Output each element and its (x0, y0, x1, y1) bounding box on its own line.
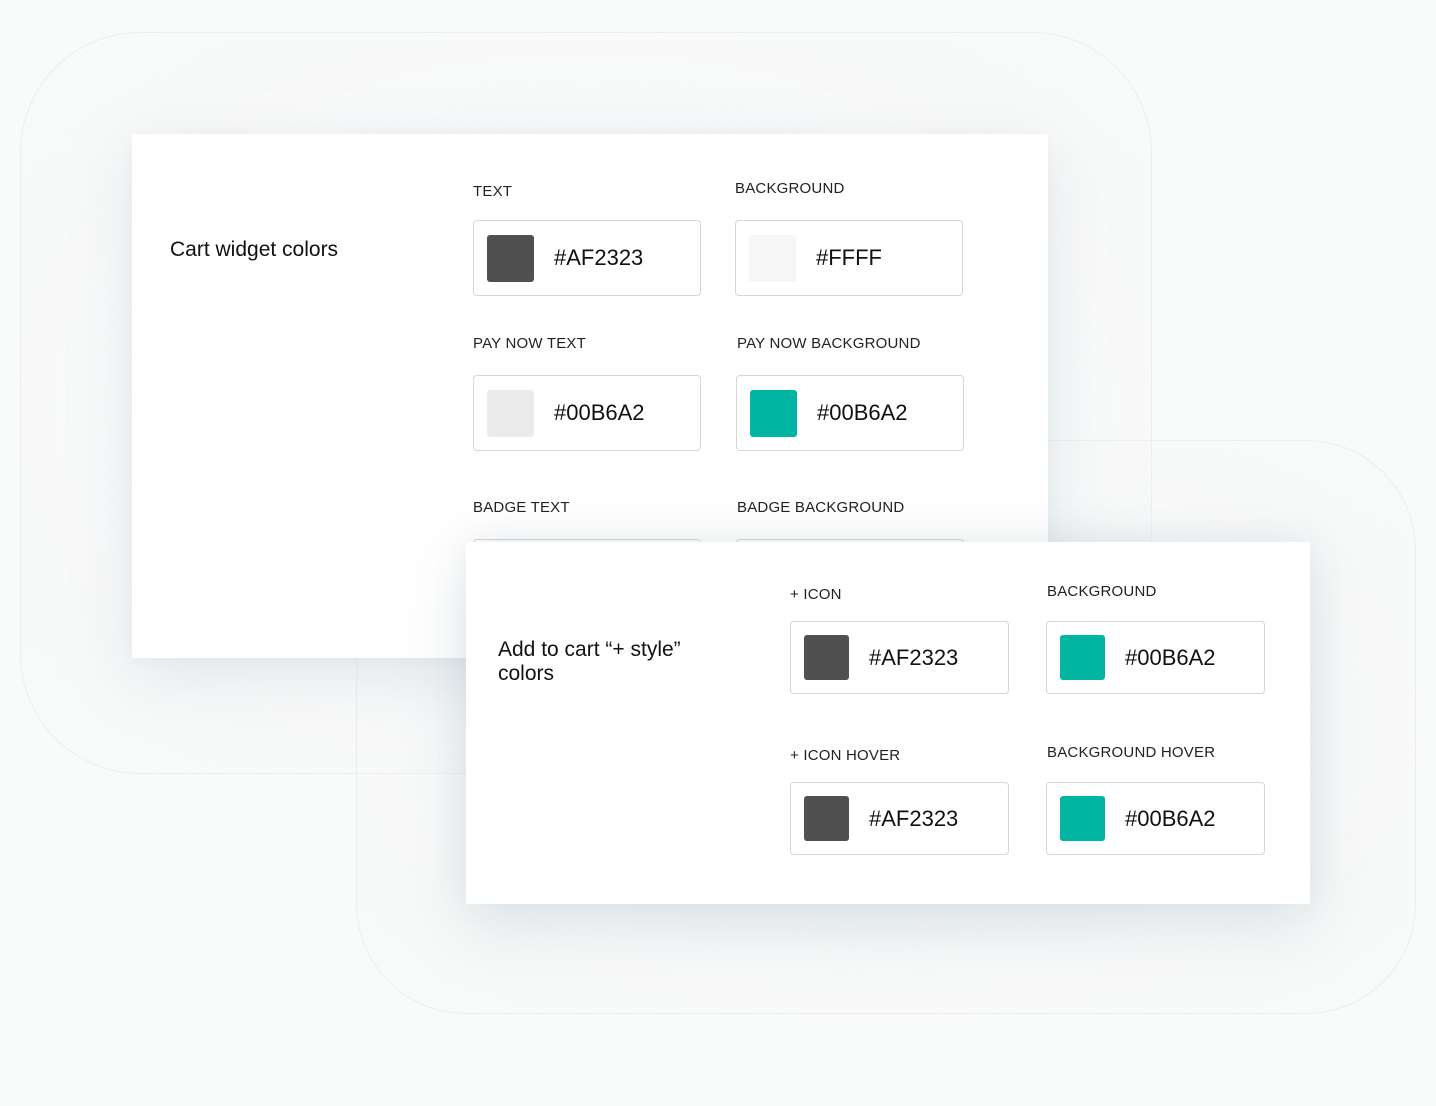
background-color-field[interactable]: #FFFF (735, 220, 963, 296)
text-color-field[interactable]: #AF2323 (473, 220, 701, 296)
pay-now-background-color-field[interactable]: #00B6A2 (736, 375, 964, 451)
color-value[interactable]: #00B6A2 (1125, 645, 1216, 671)
color-value[interactable]: #AF2323 (554, 245, 643, 271)
plus-icon-color-field[interactable]: #AF2323 (790, 621, 1009, 694)
background-color-field[interactable]: #00B6A2 (1046, 621, 1265, 694)
section-title: Cart widget colors (170, 238, 339, 261)
plus-icon-hover-color-label: + ICON HOVER (790, 747, 901, 764)
color-value[interactable]: #00B6A2 (1125, 806, 1216, 832)
color-swatch[interactable] (1060, 635, 1105, 680)
background-hover-color-label: BACKGROUND HOVER (1047, 744, 1216, 761)
badge-background-color-label: BADGE BACKGROUND (737, 499, 905, 516)
color-swatch[interactable] (750, 389, 797, 437)
color-swatch[interactable] (804, 635, 849, 680)
background-color-label: BACKGROUND (735, 180, 845, 197)
color-value[interactable]: #AF2323 (869, 645, 958, 671)
pay-now-text-color-label: PAY NOW TEXT (473, 335, 586, 352)
plus-icon-color-label: + ICON (790, 586, 842, 603)
plus-icon-hover-color-field[interactable]: #AF2323 (790, 782, 1009, 855)
background-color-label: BACKGROUND (1047, 583, 1157, 600)
canvas: Cart widget colors TEXT #AF2323 BACKGROU… (0, 0, 1436, 1106)
color-swatch[interactable] (749, 234, 796, 282)
color-value[interactable]: #FFFF (816, 245, 882, 271)
add-to-cart-style-colors-card: Add to cart “+ style” colors + ICON #AF2… (466, 542, 1310, 904)
color-swatch[interactable] (487, 389, 534, 437)
pay-now-text-color-field[interactable]: #00B6A2 (473, 375, 701, 451)
color-value[interactable]: #00B6A2 (817, 400, 908, 426)
color-value[interactable]: #00B6A2 (554, 400, 645, 426)
text-color-label: TEXT (473, 183, 513, 200)
color-swatch[interactable] (804, 796, 849, 841)
color-swatch[interactable] (1060, 796, 1105, 841)
color-value[interactable]: #AF2323 (869, 806, 958, 832)
badge-text-color-label: BADGE TEXT (473, 499, 570, 516)
pay-now-background-color-label: PAY NOW BACKGROUND (737, 335, 921, 352)
section-title: Add to cart “+ style” colors (498, 638, 681, 685)
background-hover-color-field[interactable]: #00B6A2 (1046, 782, 1265, 855)
color-swatch[interactable] (487, 234, 534, 282)
